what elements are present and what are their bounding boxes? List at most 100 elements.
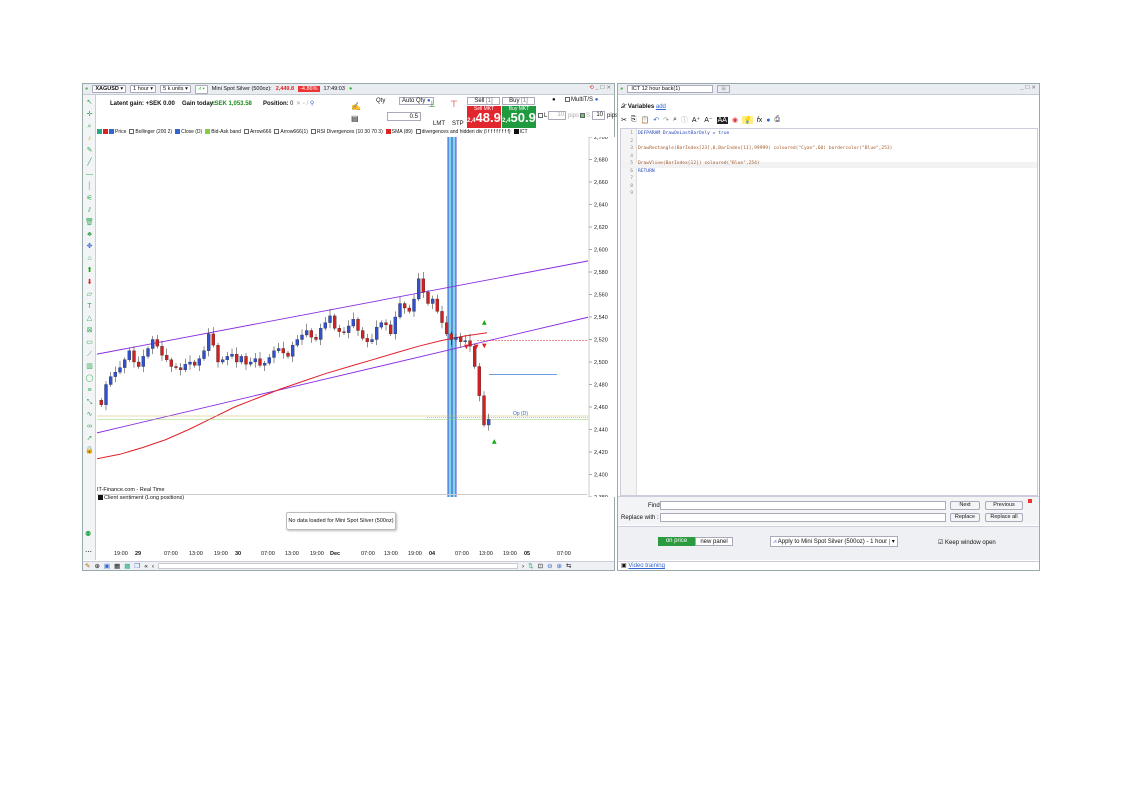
legend-item[interactable]: Close (D) — [175, 129, 202, 135]
legend-item[interactable]: Bid-Ask band — [205, 129, 241, 135]
add-variable-link[interactable]: add — [656, 104, 666, 110]
legend-item[interactable]: RSI Divergences (10 30 70 3) — [310, 129, 383, 135]
line-icon[interactable]: ╱ — [85, 158, 94, 167]
radio-dot-icon[interactable]: ● — [552, 97, 556, 103]
code-editor[interactable]: 1 DEFPARAM DrawOnLastBarOnly = true 2 3 Draw… — [620, 128, 1038, 496]
link-icon[interactable]: ∞ — [85, 422, 94, 431]
trash-icon[interactable]: 🗑 — [85, 218, 94, 227]
rect-icon[interactable]: ▭ — [85, 338, 94, 347]
stop-checkbox[interactable]: S — [580, 113, 590, 119]
buy-market-button[interactable]: Buy MKT 2,450.9 — [502, 106, 536, 128]
help-icon[interactable]: ⓘ — [681, 115, 688, 125]
zoom-icon[interactable]: ⌕ — [85, 122, 94, 131]
position-icons[interactable]: ✕ ▫ / ⚲ — [296, 100, 314, 107]
measure-icon[interactable]: ≡ — [85, 386, 94, 395]
legend-item[interactable]: ICT — [513, 129, 528, 135]
code-line[interactable]: 8 — [621, 183, 892, 191]
ruler-icon[interactable]: ⤡ — [85, 398, 94, 407]
edit-icon[interactable]: ✍ — [351, 102, 361, 111]
horizontal-scrollbar[interactable] — [158, 563, 518, 569]
legend-item[interactable]: Arrow666(1) — [274, 129, 308, 135]
vline-icon[interactable]: │ — [85, 182, 94, 191]
code-line[interactable]: 9 — [621, 190, 892, 198]
triangle-icon[interactable]: △ — [85, 314, 94, 323]
font-increase-icon[interactable]: A⁺ — [692, 116, 700, 124]
code-line[interactable]: 1 DEFPARAM DrawOnLastBarOnly = true — [621, 130, 892, 138]
hline-icon[interactable]: — — [85, 170, 94, 179]
code-line[interactable]: 7 — [621, 175, 892, 183]
grid-icon[interactable]: ▩ — [124, 562, 130, 570]
scroll-left-icon[interactable]: ‹ — [152, 563, 154, 570]
timeframe-dropdown[interactable]: 1 hour ▾ — [130, 85, 157, 93]
print-icon[interactable]: ⎙ — [774, 116, 780, 124]
chart-type-dropdown[interactable]: ⩘ ▾ — [194, 84, 208, 94]
pencil-icon[interactable]: ✎ — [85, 146, 94, 155]
buy-tab[interactable]: Buy [1] — [502, 97, 535, 105]
bulb-icon[interactable]: 💡 — [742, 116, 753, 124]
window-controls[interactable]: ⟲ _ ☐ ✕ — [589, 85, 611, 91]
move-icon[interactable]: ✥ — [85, 242, 94, 251]
on-price-button[interactable]: on price — [658, 537, 695, 546]
sync-icon[interactable]: ⇆ — [566, 562, 571, 570]
up-arrow-icon[interactable]: ⬆ — [85, 266, 94, 275]
channel-icon[interactable]: ⫽ — [85, 206, 94, 215]
limit-order-icon[interactable]: ⊥ — [428, 99, 436, 110]
copy-icon[interactable]: ⎘ — [631, 116, 637, 124]
previous-button[interactable]: Previous — [985, 501, 1023, 510]
limit-checkbox[interactable]: L — [538, 113, 547, 119]
units-dropdown[interactable]: 5 k units ▾ — [160, 85, 191, 93]
paint-icon[interactable]: ♣ — [85, 230, 94, 239]
code-line[interactable]: 5 DrawVline(BarIndex[12]) coloured("Blue"… — [621, 160, 892, 168]
stop-pips-input[interactable]: 10 — [592, 111, 605, 120]
bell-icon[interactable]: ♪ — [85, 134, 94, 143]
eraser-icon[interactable]: ▱ — [85, 290, 94, 299]
lock-icon[interactable]: 🔒 — [85, 446, 94, 455]
zoom-in-icon[interactable]: ⊕ — [557, 562, 562, 570]
replace-all-button[interactable]: Replace all — [985, 513, 1023, 522]
undo-icon[interactable]: ↶ — [653, 116, 659, 124]
cursor-mode-icon[interactable]: ⊕ — [94, 562, 99, 570]
function-icon[interactable]: fx — [757, 117, 762, 124]
sentiment-icon[interactable]: ⚉ — [85, 530, 91, 538]
qty-input[interactable]: 0.5 — [387, 112, 421, 121]
more-icon[interactable]: ⋯ — [85, 548, 92, 556]
replace-button[interactable]: Replace — [950, 513, 980, 522]
legend-item[interactable]: SMA (89) — [385, 129, 413, 135]
new-tab-icon[interactable]: ⊞ — [717, 85, 730, 93]
info-icon[interactable]: ● — [766, 117, 770, 124]
color-picker-icon[interactable]: ◉ — [732, 116, 738, 124]
wave-icon[interactable]: ∿ — [85, 410, 94, 419]
rewind-icon[interactable]: « — [144, 563, 148, 570]
scroll-right-icon[interactable]: › — [522, 563, 524, 570]
keep-open-checkbox[interactable]: ☑ Keep window open — [938, 539, 996, 546]
gann-icon[interactable]: ⟋ — [85, 350, 94, 359]
down-arrow-icon[interactable]: ⬇ — [85, 278, 94, 287]
apply-to-button[interactable]: ⩘ Apply to Mini Spot Silver (500oz) - 1 … — [770, 536, 898, 547]
price-chart[interactable]: Op (D)2,518.92,449.910m57s ▼▼▲▲▼ 2,7002,… — [97, 137, 615, 497]
text-icon[interactable]: T — [85, 302, 94, 311]
code-line[interactable]: 3 DrawRectangle(BarIndex[23],0,BarIndex[1… — [621, 145, 892, 153]
code-line[interactable]: 6 RETURN — [621, 168, 892, 176]
next-button[interactable]: Next — [950, 501, 980, 510]
find-input[interactable] — [660, 501, 946, 510]
sell-tab[interactable]: Sell [1] — [467, 97, 500, 105]
cursor-icon[interactable]: ↖ — [85, 98, 94, 107]
legend-item[interactable]: Arrow666 — [243, 129, 271, 135]
paste-icon[interactable]: 📋 — [640, 116, 649, 124]
draw-icon[interactable]: ✎ — [85, 562, 90, 570]
limit-pips-input[interactable]: 10 — [548, 111, 566, 120]
theme-icon[interactable]: AA — [716, 116, 728, 124]
home-icon[interactable]: ⌂ — [85, 254, 94, 263]
candles-icon[interactable]: ▥ — [85, 362, 94, 371]
zoom-out-icon[interactable]: ⊖ — [547, 562, 552, 570]
multi-ts-toggle[interactable]: MultiT/S ● — [565, 97, 598, 103]
new-panel-button[interactable]: new panel — [695, 537, 733, 546]
font-decrease-icon[interactable]: A⁻ — [704, 116, 712, 124]
symbol-dropdown[interactable]: XAGUSD ▾ — [92, 85, 127, 93]
cut-icon[interactable]: ✂ — [621, 116, 627, 124]
legend-item[interactable]: divergences and hidden div (l f f f f f … — [415, 129, 511, 135]
autoscale-icon[interactable]: ⇅ — [528, 562, 533, 570]
legend-item[interactable]: Bollinger (200 2) — [129, 129, 172, 135]
sell-market-button[interactable]: Sell MKT 2,448.9 — [467, 106, 501, 128]
window-icon[interactable]: ❐ — [134, 562, 140, 570]
